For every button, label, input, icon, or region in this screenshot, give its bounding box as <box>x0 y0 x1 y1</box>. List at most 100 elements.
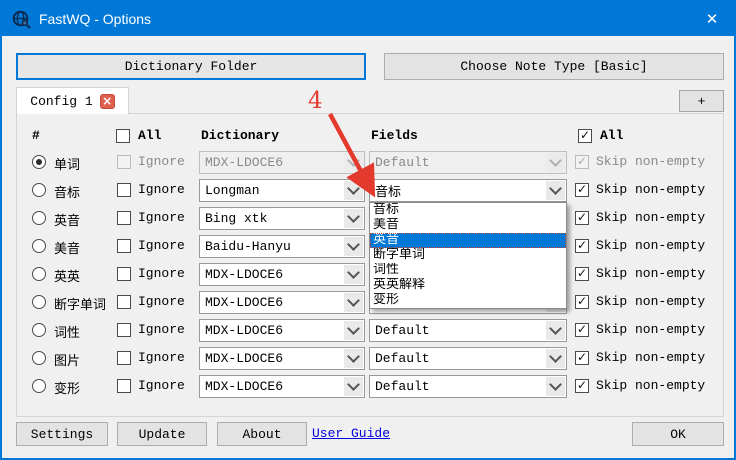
skip-non-empty-checkbox[interactable] <box>575 323 589 337</box>
chevron-down-icon[interactable] <box>344 209 363 228</box>
skip-non-empty-checkbox[interactable] <box>575 239 589 253</box>
chevron-down-icon[interactable] <box>546 181 565 200</box>
word-field-radio[interactable] <box>32 155 46 169</box>
dictionary-select[interactable]: MDX-LDOCE6 <box>199 151 365 174</box>
chevron-down-icon[interactable] <box>344 293 363 312</box>
fields-select[interactable]: Default <box>369 347 567 370</box>
dictionary-select[interactable]: MDX-LDOCE6 <box>199 347 365 370</box>
word-field-radio[interactable] <box>32 323 46 337</box>
choose-note-type-button[interactable]: Choose Note Type [Basic] <box>384 53 724 80</box>
field-name-label: 断字单词 <box>54 294 106 313</box>
dictionary-select[interactable]: MDX-LDOCE6 <box>199 375 365 398</box>
about-button[interactable]: About <box>217 422 307 446</box>
skip-non-empty-label: Skip non-empty <box>596 266 705 281</box>
fields-select[interactable]: Default <box>369 319 567 342</box>
dropdown-option[interactable]: 音标 <box>370 203 566 218</box>
chevron-down-icon[interactable] <box>546 153 565 172</box>
field-row: 音标 Ignore Longman 音标 Skip non-empty <box>16 179 724 202</box>
word-field-radio[interactable] <box>32 351 46 365</box>
update-button[interactable]: Update <box>117 422 207 446</box>
dictionary-select[interactable]: MDX-LDOCE6 <box>199 291 365 314</box>
tab-label: Config 1 <box>30 94 92 109</box>
select-all-skip-checkbox[interactable] <box>578 129 592 143</box>
settings-button[interactable]: Settings <box>16 422 108 446</box>
dropdown-option[interactable]: 变形 <box>370 293 566 308</box>
window-close-button[interactable]: ✕ <box>690 2 734 36</box>
dictionary-select[interactable]: Longman <box>199 179 365 202</box>
chevron-down-icon[interactable] <box>546 377 565 396</box>
chevron-down-icon[interactable] <box>344 377 363 396</box>
ignore-checkbox[interactable] <box>117 295 131 309</box>
ignore-label: Ignore <box>138 294 185 309</box>
ignore-checkbox[interactable] <box>117 351 131 365</box>
chevron-down-icon[interactable] <box>546 349 565 368</box>
dictionary-select[interactable]: Baidu-Hanyu <box>199 235 365 258</box>
dictionary-select[interactable]: Bing xtk <box>199 207 365 230</box>
tab-config-1[interactable]: Config 1 × <box>16 87 129 114</box>
skip-non-empty-checkbox[interactable] <box>575 295 589 309</box>
field-name-label: 音标 <box>54 182 80 201</box>
tab-close-icon[interactable]: × <box>100 94 115 109</box>
ignore-label: Ignore <box>138 182 185 197</box>
word-field-radio[interactable] <box>32 267 46 281</box>
skip-non-empty-label: Skip non-empty <box>596 322 705 337</box>
window-title: FastWQ - Options <box>39 11 151 27</box>
skip-non-empty-checkbox[interactable] <box>575 211 589 225</box>
dropdown-option[interactable]: 词性 <box>370 263 566 278</box>
chevron-down-icon[interactable] <box>344 349 363 368</box>
dictionary-folder-button[interactable]: Dictionary Folder <box>16 53 366 80</box>
ignore-label: Ignore <box>138 266 185 281</box>
chevron-down-icon[interactable] <box>344 153 363 172</box>
dictionary-value: Longman <box>205 183 260 198</box>
options-dialog: FastWQ - Options ✕ Dictionary Folder Cho… <box>0 0 736 460</box>
chevron-down-icon[interactable] <box>344 181 363 200</box>
chevron-down-icon[interactable] <box>344 265 363 284</box>
dropdown-option[interactable]: 英英解释 <box>370 278 566 293</box>
ignore-label: Ignore <box>138 154 185 169</box>
field-row: 词性 Ignore MDX-LDOCE6 Default Skip non-em… <box>16 319 724 342</box>
dictionary-select[interactable]: MDX-LDOCE6 <box>199 263 365 286</box>
chevron-down-icon[interactable] <box>344 237 363 256</box>
ignore-checkbox[interactable] <box>117 211 131 225</box>
header-all-right: All <box>600 128 623 143</box>
select-all-ignore-checkbox[interactable] <box>116 129 130 143</box>
skip-non-empty-checkbox[interactable] <box>575 351 589 365</box>
fields-value: Default <box>375 351 430 366</box>
fields-select[interactable]: Default <box>369 375 567 398</box>
fields-select[interactable]: 音标 <box>369 179 567 202</box>
word-field-radio[interactable] <box>32 211 46 225</box>
word-field-radio[interactable] <box>32 295 46 309</box>
skip-non-empty-checkbox[interactable] <box>575 267 589 281</box>
dictionary-value: Baidu-Hanyu <box>205 239 291 254</box>
ignore-checkbox[interactable] <box>117 183 131 197</box>
add-config-button[interactable]: + <box>679 90 724 112</box>
dictionary-select[interactable]: MDX-LDOCE6 <box>199 319 365 342</box>
user-guide-link[interactable]: User Guide <box>312 426 390 441</box>
skip-non-empty-checkbox[interactable] <box>575 155 589 169</box>
fields-select[interactable]: Default <box>369 151 567 174</box>
skip-non-empty-checkbox[interactable] <box>575 183 589 197</box>
field-row: 单词 Ignore MDX-LDOCE6 Default Skip non-em… <box>16 151 724 174</box>
ignore-checkbox[interactable] <box>117 155 131 169</box>
skip-non-empty-checkbox[interactable] <box>575 379 589 393</box>
dropdown-option[interactable]: 英音 <box>370 233 566 248</box>
dictionary-value: MDX-LDOCE6 <box>205 379 283 394</box>
ignore-label: Ignore <box>138 378 185 393</box>
ignore-checkbox[interactable] <box>117 267 131 281</box>
skip-non-empty-label: Skip non-empty <box>596 294 705 309</box>
ignore-checkbox[interactable] <box>117 323 131 337</box>
chevron-down-icon[interactable] <box>546 321 565 340</box>
chevron-down-icon[interactable] <box>344 321 363 340</box>
dropdown-option[interactable]: 美音 <box>370 218 566 233</box>
word-field-radio[interactable] <box>32 379 46 393</box>
field-name-label: 变形 <box>54 378 80 397</box>
header-dictionary: Dictionary <box>201 128 279 143</box>
word-field-radio[interactable] <box>32 183 46 197</box>
word-field-radio[interactable] <box>32 239 46 253</box>
skip-non-empty-label: Skip non-empty <box>596 154 705 169</box>
dropdown-option[interactable]: 断字单词 <box>370 248 566 263</box>
ignore-checkbox[interactable] <box>117 239 131 253</box>
field-name-label: 美音 <box>54 238 80 257</box>
ignore-checkbox[interactable] <box>117 379 131 393</box>
ok-button[interactable]: OK <box>632 422 724 446</box>
